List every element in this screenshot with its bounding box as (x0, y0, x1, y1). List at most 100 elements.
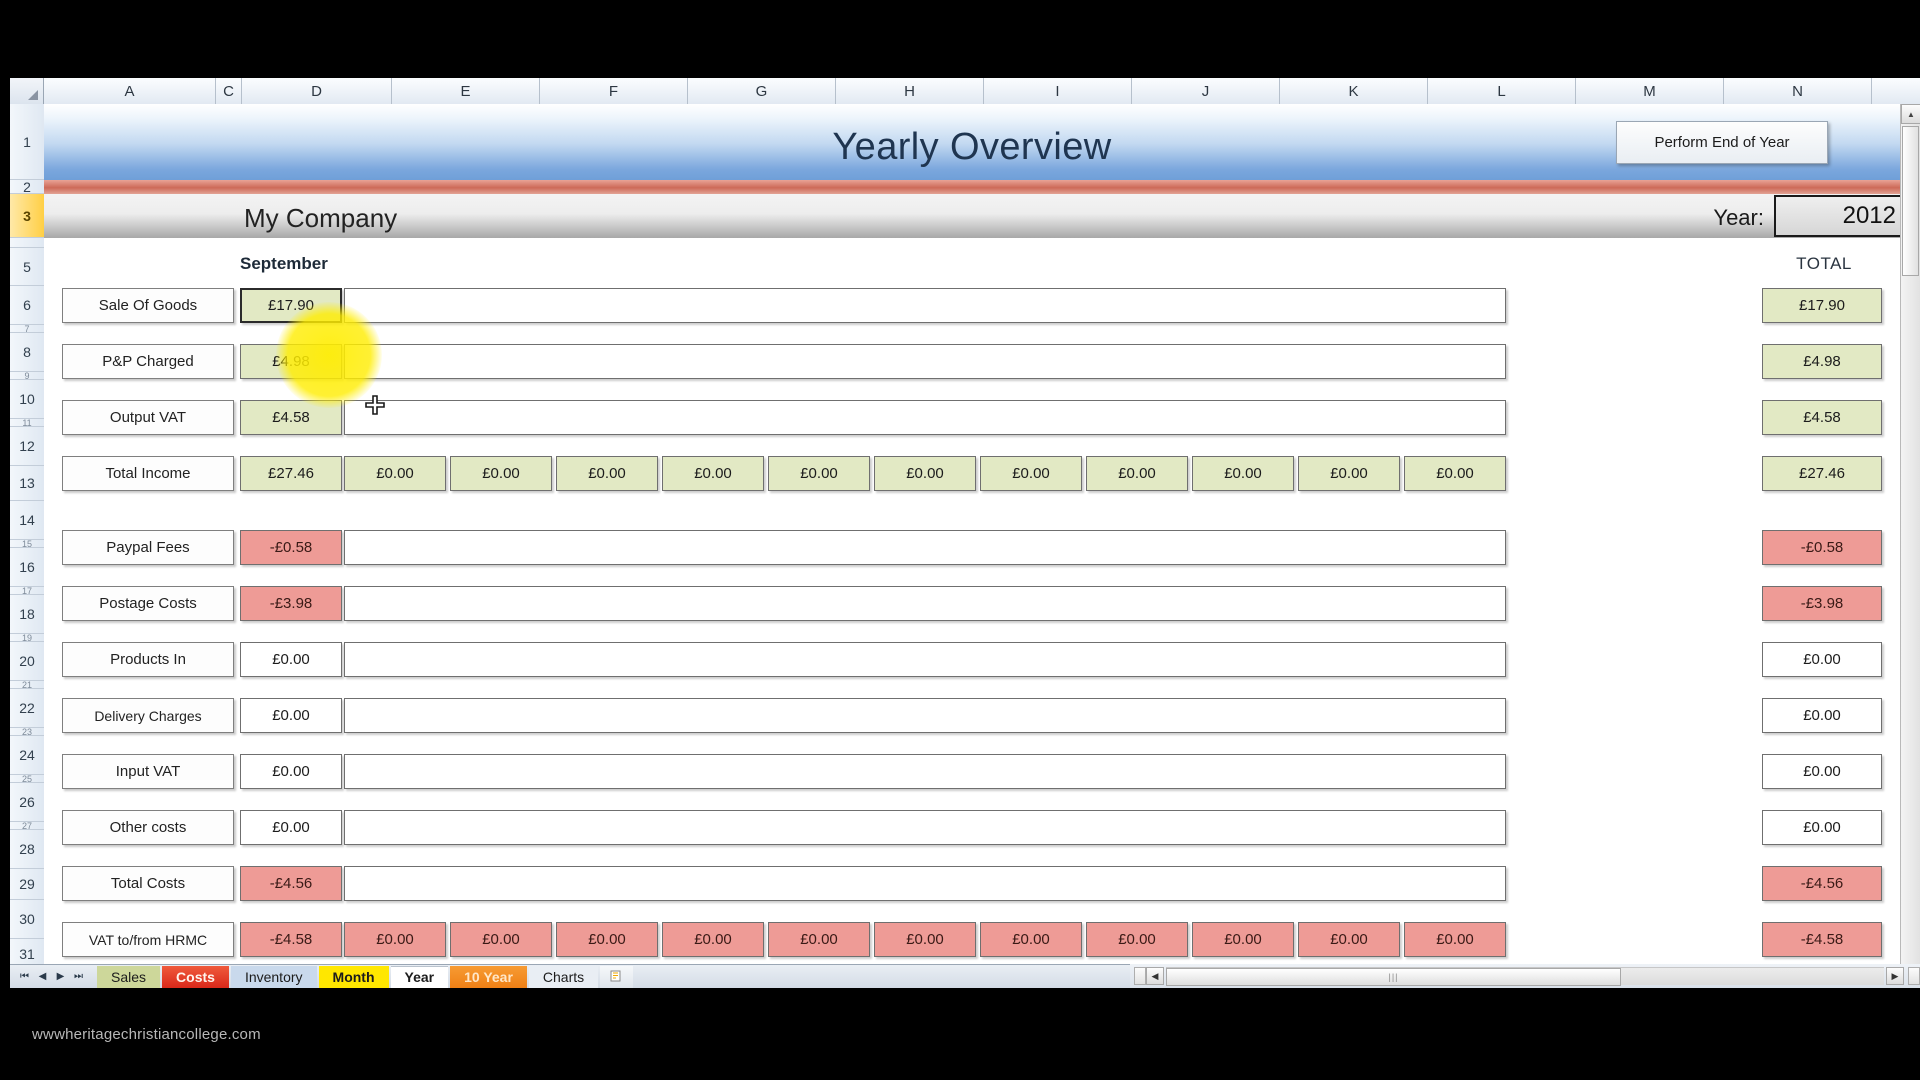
data-cell[interactable]: £0.00 (240, 698, 342, 733)
row-label-cell[interactable]: Other costs (62, 810, 234, 845)
column-header-o[interactable]: O (1872, 78, 1920, 104)
data-cell[interactable]: £0.00 (1404, 922, 1506, 957)
total-cell[interactable]: -£3.98 (1762, 586, 1882, 621)
column-header-a[interactable]: A (44, 78, 216, 104)
row-header-22[interactable]: 22 (10, 689, 44, 728)
row-header-5[interactable]: 5 (10, 248, 44, 286)
data-cell[interactable]: £0.00 (1086, 456, 1188, 491)
row-header-8[interactable]: 8 (10, 333, 44, 372)
row-label-cell[interactable]: Total Costs (62, 866, 234, 901)
data-cell[interactable]: £0.00 (344, 456, 446, 491)
row-header-21[interactable]: 21 (10, 680, 44, 690)
empty-merged-cell[interactable] (344, 288, 1506, 323)
total-cell[interactable]: -£4.56 (1762, 866, 1882, 901)
empty-merged-cell[interactable] (344, 698, 1506, 733)
total-cell[interactable]: £17.90 (1762, 288, 1882, 323)
row-header-17[interactable]: 17 (10, 586, 44, 596)
empty-merged-cell[interactable] (344, 586, 1506, 621)
data-cell[interactable]: £0.00 (662, 922, 764, 957)
data-cell[interactable]: £0.00 (1192, 922, 1294, 957)
data-cell[interactable]: £0.00 (1086, 922, 1188, 957)
data-cell[interactable]: £0.00 (1298, 456, 1400, 491)
row-header-18[interactable]: 18 (10, 595, 44, 634)
row-label-cell[interactable]: Delivery Charges (62, 698, 234, 733)
data-cell[interactable]: £17.90 (240, 288, 342, 323)
row-header-30[interactable]: 30 (10, 900, 44, 939)
row-label-cell[interactable]: Sale Of Goods (62, 288, 234, 323)
row-header-9[interactable]: 9 (10, 371, 44, 381)
horizontal-scroll-track[interactable]: ||| (1166, 967, 1884, 986)
column-header-m[interactable]: M (1576, 78, 1724, 104)
data-cell[interactable]: £0.00 (662, 456, 764, 491)
sheet-tab-inventory[interactable]: Inventory (230, 965, 317, 988)
row-label-cell[interactable]: P&P Charged (62, 344, 234, 379)
column-header-k[interactable]: K (1280, 78, 1428, 104)
column-header-e[interactable]: E (392, 78, 540, 104)
vertical-scrollbar[interactable]: ▲ ▼ (1900, 104, 1920, 988)
data-cell[interactable]: £0.00 (556, 922, 658, 957)
sheet-nav-button-2[interactable]: ▶ (52, 968, 69, 986)
column-header-n[interactable]: N (1724, 78, 1872, 104)
row-label-cell[interactable]: Total Income (62, 456, 234, 491)
data-cell[interactable]: -£0.58 (240, 530, 342, 565)
data-cell[interactable]: £0.00 (240, 754, 342, 789)
empty-merged-cell[interactable] (344, 530, 1506, 565)
split-handle[interactable] (1134, 967, 1146, 985)
data-cell[interactable]: £0.00 (768, 456, 870, 491)
data-cell[interactable]: £0.00 (450, 456, 552, 491)
row-header-19[interactable]: 19 (10, 633, 44, 643)
data-cell[interactable]: £0.00 (1404, 456, 1506, 491)
data-cell[interactable]: -£4.58 (240, 922, 342, 957)
data-cell[interactable]: £4.58 (240, 400, 342, 435)
total-cell[interactable]: £0.00 (1762, 698, 1882, 733)
split-handle-right[interactable] (1908, 967, 1920, 985)
column-header-l[interactable]: L (1428, 78, 1576, 104)
total-cell[interactable]: £4.98 (1762, 344, 1882, 379)
data-cell[interactable]: £0.00 (980, 922, 1082, 957)
data-cell[interactable]: -£3.98 (240, 586, 342, 621)
total-cell[interactable]: £0.00 (1762, 754, 1882, 789)
new-sheet-tab[interactable] (600, 965, 634, 988)
vertical-scroll-thumb[interactable] (1902, 126, 1919, 276)
empty-merged-cell[interactable] (344, 810, 1506, 845)
row-header-16[interactable]: 16 (10, 548, 44, 587)
data-cell[interactable]: £0.00 (980, 456, 1082, 491)
row-header-12[interactable]: 12 (10, 427, 44, 466)
column-header-c[interactable]: C (216, 78, 242, 104)
column-header-f[interactable]: F (540, 78, 688, 104)
data-cell[interactable]: £0.00 (344, 922, 446, 957)
row-label-cell[interactable]: Products In (62, 642, 234, 677)
data-cell[interactable]: £0.00 (240, 642, 342, 677)
row-header-23[interactable]: 23 (10, 727, 44, 737)
row-header-10[interactable]: 10 (10, 380, 44, 419)
column-header-d[interactable]: D (242, 78, 392, 104)
row-header-26[interactable]: 26 (10, 783, 44, 822)
row-label-cell[interactable]: Postage Costs (62, 586, 234, 621)
row-header-4[interactable] (10, 238, 44, 248)
total-cell[interactable]: £27.46 (1762, 456, 1882, 491)
sheet-tab-costs[interactable]: Costs (162, 965, 229, 988)
horizontal-scroll-thumb[interactable]: ||| (1166, 968, 1621, 986)
empty-merged-cell[interactable] (344, 754, 1506, 789)
data-cell[interactable]: £0.00 (874, 922, 976, 957)
sheet-tab-year[interactable]: Year (390, 965, 449, 988)
row-label-cell[interactable]: Paypal Fees (62, 530, 234, 565)
total-cell[interactable]: £4.58 (1762, 400, 1882, 435)
sheet-nav-button-1[interactable]: ◀ (34, 968, 51, 986)
row-header-24[interactable]: 24 (10, 736, 44, 775)
sheet-nav-button-3[interactable]: ⏭ (70, 968, 87, 986)
row-header-29[interactable]: 29 (10, 869, 44, 900)
column-header-h[interactable]: H (836, 78, 984, 104)
total-cell[interactable]: £0.00 (1762, 810, 1882, 845)
data-cell[interactable]: £0.00 (556, 456, 658, 491)
empty-merged-cell[interactable] (344, 642, 1506, 677)
data-cell[interactable]: £0.00 (874, 456, 976, 491)
row-label-cell[interactable]: Input VAT (62, 754, 234, 789)
column-header-g[interactable]: G (688, 78, 836, 104)
row-header-3[interactable]: 3 (10, 194, 44, 238)
row-header-13[interactable]: 13 (10, 466, 44, 501)
scroll-up-button[interactable]: ▲ (1901, 104, 1920, 124)
sheet-tab-charts[interactable]: Charts (528, 965, 599, 988)
row-header-14[interactable]: 14 (10, 501, 44, 540)
row-header-6[interactable]: 6 (10, 286, 44, 325)
